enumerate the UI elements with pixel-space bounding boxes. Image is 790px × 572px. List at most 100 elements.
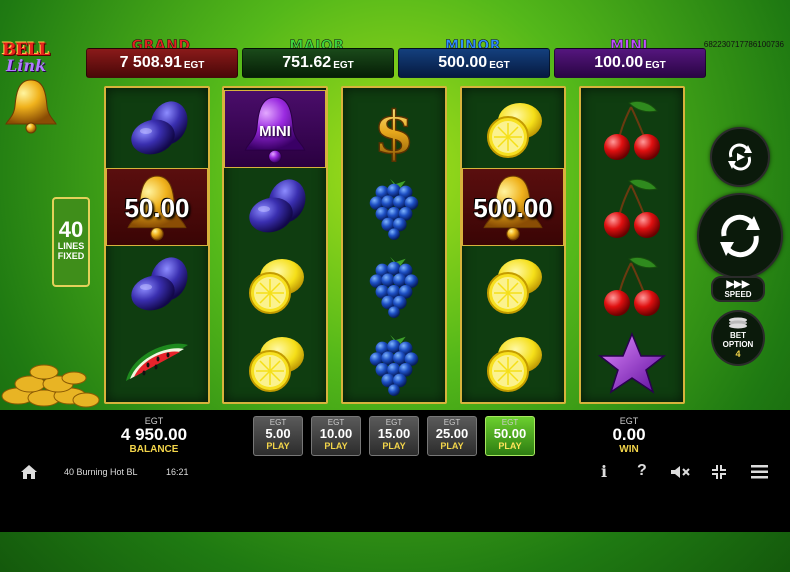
reel-1: 50.00 xyxy=(104,86,210,404)
lemon-icon xyxy=(249,336,305,392)
reel-2: MINI xyxy=(222,86,328,404)
bet-value: 10.00 xyxy=(319,426,353,441)
jackpot-value-box: 500.00 EGT xyxy=(398,48,550,78)
bet-value: 15.00 xyxy=(377,426,411,441)
lines-fixed-label: FIXED xyxy=(57,251,85,261)
clock: 16:21 xyxy=(166,467,189,477)
bet-button-1[interactable]: EGT 5.00 PLAY xyxy=(253,416,303,456)
bet-option-button[interactable]: BET OPTION 4 xyxy=(711,310,765,366)
jackpot-value: 7 508.91 xyxy=(119,54,182,71)
bet-play-label: PLAY xyxy=(324,441,348,451)
game-logo: BELL Link xyxy=(0,38,60,138)
fast-forward-icon: ▶▶▶ xyxy=(726,279,750,290)
jackpot-mini: MINI 100.00 EGT xyxy=(554,38,706,78)
jackpot-value: 500.00 xyxy=(438,54,488,71)
jackpot-unit: EGT xyxy=(645,59,666,71)
star-icon xyxy=(599,333,665,393)
cherries-icon xyxy=(603,256,661,317)
reel-5 xyxy=(579,86,685,404)
chips-stack-icon xyxy=(729,317,747,329)
symbol-plum xyxy=(106,90,208,168)
game-title: 40 Burning Hot BL xyxy=(64,467,138,477)
lemon-icon xyxy=(487,102,543,158)
plum-icon xyxy=(127,97,192,160)
lines-fixed-indicator: 40 LINES FIXED xyxy=(52,197,90,287)
grapes-icon xyxy=(369,178,419,240)
symbol-cherries xyxy=(581,246,683,324)
symbol-cherries xyxy=(581,168,683,246)
balance-value: 4 950.00 xyxy=(120,425,188,444)
lines-label: LINES xyxy=(57,241,85,251)
game-id: 682230717786100736 xyxy=(703,40,784,49)
bet-button-4[interactable]: EGT 25.00 PLAY xyxy=(427,416,477,456)
symbol-dollar xyxy=(343,90,445,168)
win-value: 0.00 xyxy=(612,425,646,444)
jackpot-unit: EGT xyxy=(333,59,354,71)
bell-mini-label: MINI xyxy=(259,123,291,140)
balance-display: EGT 4 950.00 BALANCE xyxy=(104,416,204,455)
info-icon[interactable]: i xyxy=(601,462,607,481)
jackpot-unit: EGT xyxy=(489,59,510,71)
plum-icon xyxy=(127,253,192,316)
grapes-icon xyxy=(369,256,419,318)
reel-3 xyxy=(341,86,447,404)
symbol-grapes xyxy=(343,246,445,324)
bet-play-label: PLAY xyxy=(440,441,464,451)
symbol-grapes xyxy=(343,324,445,402)
cherries-icon xyxy=(603,178,661,239)
symbol-lemon xyxy=(224,246,326,324)
home-icon[interactable] xyxy=(20,464,38,480)
symbol-bell-prize: 500.00 xyxy=(462,168,564,246)
autoplay-button[interactable] xyxy=(710,127,770,187)
bet-button-5[interactable]: EGT 50.00 PLAY xyxy=(485,416,535,456)
autoplay-icon xyxy=(728,143,752,171)
status-bar: 40 Burning Hot BL 16:21 i ? xyxy=(0,462,790,532)
plum-icon xyxy=(245,175,310,238)
jackpot-value-box: 100.00 EGT xyxy=(554,48,706,78)
mute-icon[interactable] xyxy=(670,465,690,479)
cherries-icon xyxy=(603,100,661,161)
symbol-lemon xyxy=(462,324,564,402)
jackpot-minor: MINOR 500.00 EGT xyxy=(398,38,550,78)
jackpot-major: MAJOR 751.62 EGT xyxy=(242,38,394,78)
symbol-bell-mini: MINI xyxy=(224,90,326,168)
symbol-plum xyxy=(106,246,208,324)
grapes-icon xyxy=(369,334,419,396)
jackpot-value-box: 7 508.91 EGT xyxy=(86,48,238,78)
spin-icon xyxy=(720,214,760,258)
fullscreen-exit-icon[interactable] xyxy=(711,464,727,480)
menu-icon[interactable] xyxy=(751,465,768,479)
bet-play-label: PLAY xyxy=(498,441,522,451)
balance-label: BALANCE xyxy=(129,444,179,455)
coins-pile-icon xyxy=(1,364,100,408)
symbol-grapes xyxy=(343,168,445,246)
symbol-lemon xyxy=(224,324,326,402)
help-icon[interactable]: ? xyxy=(637,462,647,480)
bet-button-2[interactable]: EGT 10.00 PLAY xyxy=(311,416,361,456)
bet-button-3[interactable]: EGT 15.00 PLAY xyxy=(369,416,419,456)
jackpot-value: 751.62 xyxy=(282,54,332,71)
bet-play-label: PLAY xyxy=(266,441,290,451)
jackpot-unit: EGT xyxy=(183,59,205,71)
bell-logo-icon xyxy=(5,79,57,134)
lemon-icon xyxy=(249,258,305,314)
bet-option-value: 4 xyxy=(735,349,741,359)
symbol-star xyxy=(581,324,683,402)
symbol-bell-prize: 50.00 xyxy=(106,168,208,246)
symbol-watermelon xyxy=(106,324,208,402)
bell-prize-value: 500.00 xyxy=(473,193,553,223)
dollar-icon xyxy=(372,96,416,162)
speed-button[interactable]: ▶▶▶ SPEED xyxy=(711,276,765,302)
bet-play-label: PLAY xyxy=(382,441,406,451)
jackpot-value-box: 751.62 EGT xyxy=(242,48,394,78)
bet-value: 5.00 xyxy=(265,426,291,441)
jackpot-grand: GRAND 7 508.91 EGT xyxy=(86,38,238,78)
watermelon-icon xyxy=(126,343,188,381)
bet-value: 25.00 xyxy=(435,426,469,441)
logo-text-link: Link xyxy=(6,56,47,75)
reel-4: 500.00 xyxy=(460,86,566,404)
bet-option-label: BET xyxy=(730,331,746,340)
spin-button[interactable] xyxy=(697,193,783,279)
speed-label: SPEED xyxy=(724,290,752,299)
symbol-lemon xyxy=(462,246,564,324)
